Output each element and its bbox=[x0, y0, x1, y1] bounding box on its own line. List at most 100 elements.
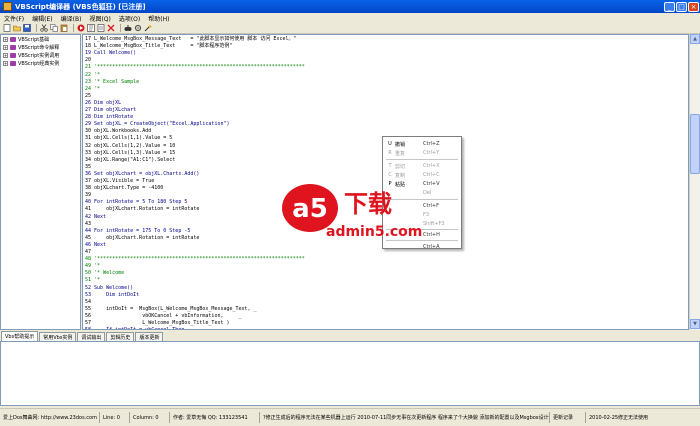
watermark-chinese: 下载 bbox=[344, 190, 392, 218]
code-line: 37 objXL.Visible = True bbox=[85, 178, 155, 184]
code-line: 55 intDoIt = MsgBox(L_Welcome_MsgBox_Mes… bbox=[85, 305, 257, 312]
code-line: 26 Dim objXL bbox=[85, 99, 122, 106]
code-line: 45 objXLchart.Rotation = intRotate bbox=[85, 234, 200, 241]
scroll-down-icon[interactable]: ▼ bbox=[690, 319, 700, 329]
tab-version-updates[interactable]: 版本更新 bbox=[135, 332, 164, 341]
context-menu-separator bbox=[386, 159, 458, 160]
app-icon bbox=[3, 2, 12, 11]
status-line: Line: 0 bbox=[100, 412, 130, 423]
code-line: 41 objXLchart.Rotation = intRotate bbox=[85, 206, 200, 213]
context-menu-item[interactable]: T 剪切 Ctrl+X bbox=[383, 162, 461, 170]
status-author: 作者: 爱草无悔 QQ: 133123541 bbox=[170, 412, 260, 423]
status-changelog[interactable]: 更新记录 bbox=[550, 412, 586, 423]
code-line: 32 objXL.Cells(1,2).Value = 10 bbox=[85, 142, 176, 149]
context-menu-shortcut: Ctrl+A bbox=[423, 244, 440, 250]
paste-icon[interactable] bbox=[60, 24, 68, 32]
tree-item-label: VBScript实例调用 bbox=[18, 53, 60, 59]
code-line: 39 bbox=[85, 192, 92, 199]
context-menu-item[interactable]: U 撤销 Ctrl+Z bbox=[383, 140, 461, 148]
expand-icon[interactable]: + bbox=[3, 53, 8, 58]
watermark-logo-text: a5 bbox=[292, 194, 328, 224]
tree-item-instances[interactable]: + VBScript实例调用 bbox=[1, 52, 80, 59]
expand-icon[interactable]: + bbox=[3, 61, 8, 66]
context-menu-item[interactable]: R 重复 Ctrl+Y bbox=[383, 149, 461, 157]
book-icon bbox=[10, 45, 16, 50]
context-menu-shortcut: Ctrl+Y bbox=[423, 150, 440, 156]
open-folder-icon[interactable] bbox=[13, 24, 21, 32]
context-menu-label: 重复 bbox=[395, 150, 406, 157]
output-panel[interactable] bbox=[0, 341, 700, 406]
menu-compile[interactable]: 编译(B) bbox=[57, 14, 86, 23]
context-menu-label: 剪切 bbox=[395, 163, 406, 170]
code-line: 23 '* Excel Sample bbox=[85, 78, 140, 85]
find-icon[interactable] bbox=[124, 24, 132, 32]
code-line: 47 bbox=[85, 249, 92, 255]
code-line: 31 objXL.Cells(1,1).Value = 5 bbox=[85, 135, 173, 142]
wizard-icon[interactable] bbox=[144, 24, 152, 32]
vertical-scrollbar[interactable]: ▲ ▼ bbox=[689, 34, 700, 330]
code-line: 27 Dim objXLchart bbox=[85, 107, 137, 113]
tree-item-label: VBScript基础 bbox=[18, 37, 50, 43]
code-line: 34 objXL.Range("A1:C1").Select bbox=[85, 156, 176, 163]
tab-clip-history[interactable]: 剪辑历史 bbox=[106, 332, 135, 341]
context-menu-label: 撤销 bbox=[395, 141, 406, 148]
watermark-site: admin5.com bbox=[326, 224, 422, 240]
code-line: 36 Set objXLchart = objXL.Charts.Add() bbox=[85, 170, 200, 177]
context-menu-shortcut: Ctrl+X bbox=[423, 163, 440, 169]
context-menu-separator bbox=[386, 240, 458, 241]
toolbar-separator bbox=[73, 24, 74, 32]
toolbar-separator bbox=[36, 24, 37, 32]
tab-common-examples[interactable]: 常用Vbs实例 bbox=[39, 332, 77, 341]
code-line: 20 bbox=[85, 57, 92, 64]
status-website: 爱上Dos舞曲网: http://www.23dos.com bbox=[0, 412, 100, 423]
minimize-button[interactable]: _ bbox=[664, 1, 675, 12]
tree-item-commands[interactable]: + VBScript命令解释 bbox=[1, 44, 80, 51]
menu-bar: 文件(F) 编辑(E) 编译(B) 视图(Q) 选项(O) 帮助(H) bbox=[0, 13, 700, 23]
status-column: Column: 0 bbox=[130, 412, 170, 423]
maximize-button[interactable]: □ bbox=[676, 1, 687, 12]
code-line: 56 vbOKCancel + vbInformation, _ bbox=[85, 312, 242, 319]
run-icon[interactable] bbox=[77, 24, 85, 32]
code-line: 18 L_Welcome_MsgBox_Title_Text = "脚本程序范例… bbox=[85, 43, 233, 50]
scrollbar-thumb[interactable] bbox=[690, 114, 700, 174]
book-icon bbox=[10, 37, 16, 42]
menu-options[interactable]: 选项(O) bbox=[115, 14, 144, 23]
code-line: 57 L_Welcome_MsgBox_Title_Text ) bbox=[85, 320, 230, 326]
book-icon bbox=[10, 61, 16, 66]
code-line: 25 bbox=[85, 92, 92, 99]
tree-item-basics[interactable]: + VBScript基础 bbox=[1, 36, 80, 43]
document-icon[interactable] bbox=[97, 24, 105, 32]
expand-icon[interactable]: + bbox=[3, 37, 8, 42]
delete-icon[interactable] bbox=[107, 24, 115, 32]
toolbar bbox=[0, 23, 700, 34]
tab-debug-output[interactable]: 调试输出 bbox=[77, 332, 106, 341]
menu-view[interactable]: 视图(Q) bbox=[85, 14, 114, 23]
code-line: 49 '* bbox=[85, 263, 101, 270]
tab-vbs-help[interactable]: Vbs帮助提示 bbox=[1, 331, 39, 341]
code-line: 30 objXL.Workbooks.Add bbox=[85, 128, 152, 135]
menu-file[interactable]: 文件(F) bbox=[0, 14, 28, 23]
menu-edit[interactable]: 编辑(E) bbox=[28, 14, 56, 23]
scroll-up-icon[interactable]: ▲ bbox=[690, 34, 700, 44]
settings-icon[interactable] bbox=[134, 24, 142, 32]
new-file-icon[interactable] bbox=[3, 24, 11, 32]
compile-icon[interactable] bbox=[87, 24, 95, 32]
code-line: 19 Call Welcome() bbox=[85, 50, 137, 57]
code-line: 46 Next bbox=[85, 241, 107, 248]
status-bar: 爱上Dos舞曲网: http://www.23dos.com Line: 0 C… bbox=[0, 408, 700, 426]
sidebar-tree[interactable]: + VBScript基础 + VBScript命令解释 + VBScript实例… bbox=[0, 34, 81, 330]
save-icon[interactable] bbox=[23, 24, 31, 32]
cut-icon[interactable] bbox=[40, 24, 48, 32]
tree-item-classics[interactable]: + VBScript经典实例 bbox=[1, 60, 80, 67]
expand-icon[interactable]: + bbox=[3, 45, 8, 50]
code-line: 29 Set objXL = CreateObject("Excel.Appli… bbox=[85, 121, 230, 128]
menu-help[interactable]: 帮助(H) bbox=[144, 14, 173, 23]
copy-icon[interactable] bbox=[50, 24, 58, 32]
code-line: 48 '************************************… bbox=[85, 256, 305, 263]
code-line: 28 Dim intRotate bbox=[85, 114, 134, 121]
context-menu-item[interactable]: Ctrl+A bbox=[383, 243, 461, 251]
book-icon bbox=[10, 53, 16, 58]
code-line: 24 '* bbox=[85, 85, 101, 92]
close-button[interactable]: × bbox=[688, 1, 699, 12]
code-line: 52 Sub Welcome() bbox=[85, 284, 134, 291]
